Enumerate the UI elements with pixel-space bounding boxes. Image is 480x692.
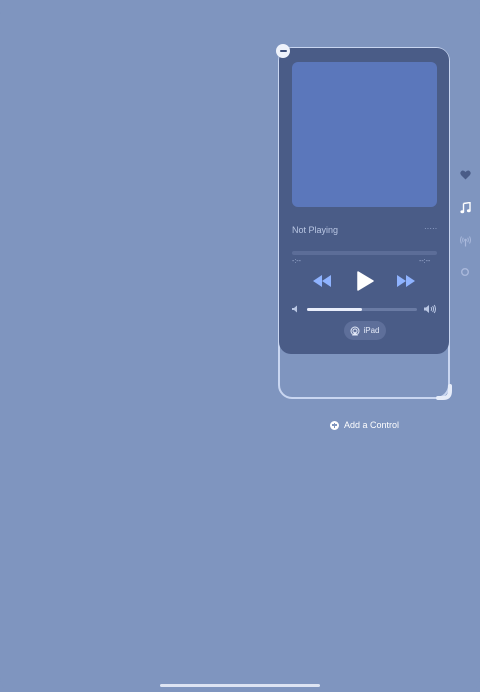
- album-artwork: [292, 62, 437, 207]
- time-remaining: --:--: [419, 258, 431, 265]
- play-button[interactable]: [354, 270, 376, 292]
- track-title: Not Playing: [292, 225, 339, 235]
- volume-slider-fill: [307, 308, 362, 311]
- airplay-icon: [350, 326, 360, 335]
- airplay-route-button[interactable]: iPad: [344, 321, 386, 340]
- airplay-route-label: iPad: [363, 326, 380, 335]
- more-options-icon[interactable]: ·····: [424, 224, 437, 233]
- add-control-button[interactable]: Add a Control: [330, 420, 399, 430]
- now-playing-widget[interactable]: Not Playing ····· -:-- --:-- iPad: [279, 48, 449, 354]
- fast-forward-button[interactable]: [395, 270, 417, 292]
- play-icon: [357, 271, 374, 291]
- fast-forward-icon: [397, 275, 415, 287]
- heart-icon[interactable]: [458, 168, 472, 182]
- antenna-icon[interactable]: [458, 234, 472, 248]
- minus-icon: [279, 50, 287, 52]
- home-indicator[interactable]: [160, 684, 320, 687]
- circle-icon[interactable]: [458, 265, 472, 279]
- control-center-edit-screen: Not Playing ····· -:-- --:-- iPad Add a …: [0, 0, 480, 692]
- volume-low-icon: [292, 305, 297, 313]
- time-elapsed: -:--: [292, 258, 301, 265]
- rewind-button[interactable]: [311, 270, 333, 292]
- volume-slider[interactable]: [307, 308, 417, 311]
- playback-scrubber[interactable]: [292, 251, 437, 255]
- volume-high-icon: [424, 304, 436, 314]
- plus-circle-icon: [330, 420, 339, 430]
- rewind-icon: [313, 275, 331, 287]
- remove-widget-button[interactable]: [276, 44, 290, 58]
- music-note-icon[interactable]: [458, 201, 472, 215]
- add-control-label: Add a Control: [344, 420, 400, 430]
- resize-handle[interactable]: [434, 382, 454, 402]
